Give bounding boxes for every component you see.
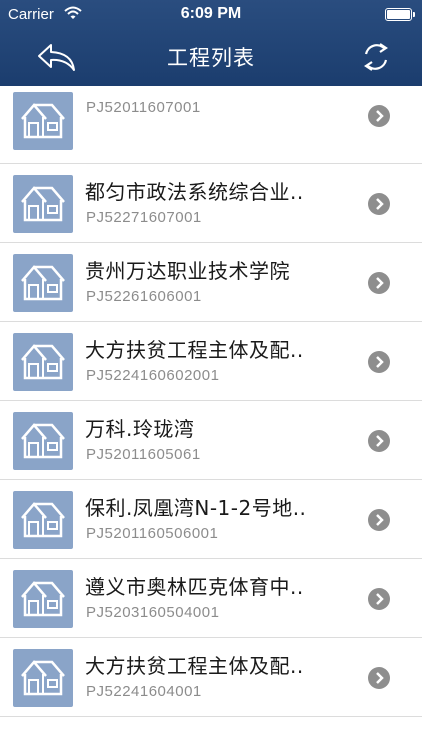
house-icon [21,265,65,301]
house-icon [21,186,65,222]
project-name: 保利.凤凰湾N-1-2号地.. [85,496,307,520]
house-icon [21,660,65,696]
project-thumbnail [13,649,73,707]
house-icon [21,423,65,459]
status-time: 6:09 PM [180,5,242,22]
project-name: 万科.玲珑湾 [85,417,195,441]
chevron-right-icon[interactable] [368,351,390,373]
project-code: PJ52011605061 [86,446,201,463]
house-icon [21,502,65,538]
list-item[interactable]: 万科.玲珑湾 PJ52011605061 [0,401,422,480]
project-thumbnail [13,92,73,150]
house-icon [21,581,65,617]
project-thumbnail [13,491,73,549]
project-list: PJ52011607001 都匀市政法系统综合业.. PJ52271607001 [0,86,422,717]
project-name: 都匀市政法系统综合业.. [85,180,304,204]
chevron-right-icon[interactable] [368,509,390,531]
project-code: PJ5201160506001 [86,525,219,542]
refresh-icon [364,43,388,71]
chevron-right-icon[interactable] [368,588,390,610]
chevron-right-icon[interactable] [368,105,390,127]
nav-bar: 工程列表 [0,30,422,86]
project-name: 遵义市奥林匹克体育中.. [85,575,304,599]
project-thumbnail [13,175,73,233]
list-item[interactable]: 遵义市奥林匹克体育中.. PJ5203160504001 [0,559,422,638]
project-code: PJ52271607001 [86,209,202,226]
project-name: 大方扶贫工程主体及配.. [85,654,304,678]
page-title: 工程列表 [167,46,255,70]
house-icon [21,344,65,380]
list-item[interactable]: PJ52011607001 [0,86,422,164]
chevron-right-icon[interactable] [368,430,390,452]
project-thumbnail [13,333,73,391]
refresh-button[interactable] [360,40,392,74]
list-item[interactable]: 贵州万达职业技术学院 PJ52261606001 [0,243,422,322]
status-bar: Carrier 6:09 PM [0,0,422,30]
list-item[interactable]: 大方扶贫工程主体及配.. PJ52241604001 [0,638,422,717]
project-code: PJ5203160504001 [86,604,220,621]
project-thumbnail [13,570,73,628]
battery-icon [385,8,415,21]
project-code: PJ5224160602001 [86,367,220,384]
project-thumbnail [13,412,73,470]
list-item[interactable]: 大方扶贫工程主体及配.. PJ5224160602001 [0,322,422,401]
project-code: PJ52011607001 [86,99,201,116]
chevron-right-icon[interactable] [368,667,390,689]
project-name: 贵州万达职业技术学院 [85,259,290,283]
header: Carrier 6:09 PM 工程列表 [0,0,422,86]
list-item[interactable]: 保利.凤凰湾N-1-2号地.. PJ5201160506001 [0,480,422,559]
project-code: PJ52241604001 [86,683,202,700]
chevron-right-icon[interactable] [368,193,390,215]
chevron-right-icon[interactable] [368,272,390,294]
house-icon [21,103,65,139]
project-thumbnail [13,254,73,312]
project-name: 大方扶贫工程主体及配.. [85,338,304,362]
project-code: PJ52261606001 [86,288,202,305]
list-item[interactable]: 都匀市政法系统综合业.. PJ52271607001 [0,164,422,243]
